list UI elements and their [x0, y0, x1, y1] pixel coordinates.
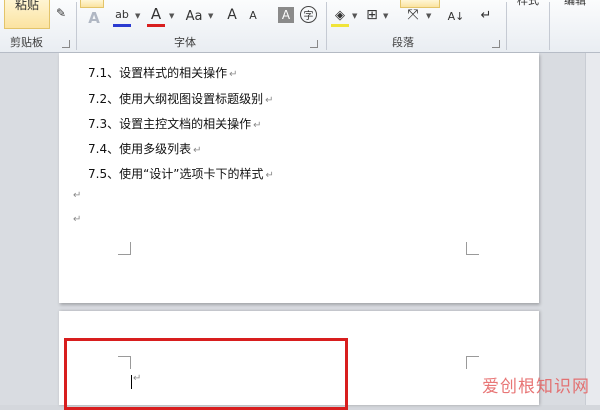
paragraph-mark: ↵ [253, 120, 262, 131]
sort-icon[interactable]: A↓ [446, 6, 466, 26]
enclose-character-button[interactable]: 字 [300, 6, 317, 23]
character-shading-button[interactable]: A [278, 7, 294, 23]
highlight-icon[interactable]: ab [112, 6, 132, 22]
clipboard-group-label: 剪贴板 [10, 36, 43, 49]
margin-corner-marker [466, 356, 479, 369]
paragraph-group-label: 段落 [392, 36, 414, 49]
change-case-button[interactable]: Aa [182, 8, 206, 24]
show-formatting-marks-icon[interactable]: ↵ [478, 7, 494, 23]
toc-line[interactable]: 7.3、设置主控文档的相关操作 ↵ [88, 115, 261, 132]
shading-icon[interactable]: ◈ [330, 6, 350, 24]
chevron-down-icon[interactable]: ▼ [426, 12, 431, 20]
paragraph-mark: ↵ [73, 190, 82, 201]
watermark: 爱创根知识网 [482, 377, 590, 397]
font-name-box[interactable] [80, 0, 104, 8]
chevron-down-icon[interactable]: ▼ [383, 12, 388, 20]
margin-corner-marker [466, 242, 479, 255]
chevron-down-icon[interactable]: ▼ [352, 12, 357, 20]
font-group: A ab ▼ A ▼ Aa ▼ A A A 字 字体 [78, 0, 324, 52]
paragraph-mark: ↵ [73, 214, 82, 225]
sort-arrows-icon[interactable]: ⤧ [404, 7, 422, 23]
shrink-font-button[interactable]: A [246, 8, 260, 22]
editing-group: 编辑 [551, 0, 600, 52]
paste-button[interactable]: 粘贴 [4, 0, 50, 29]
ribbon: 粘贴 ✎ 剪贴板 A ab ▼ A ▼ Aa ▼ A A A 字 字体 ◈ ▼ … [0, 0, 600, 53]
group-separator [326, 2, 327, 50]
font-color-bar [147, 24, 165, 27]
styles-button[interactable]: 样式 [510, 0, 546, 7]
chevron-down-icon[interactable]: ▼ [208, 12, 213, 20]
paragraph-mark: ↵ [229, 69, 238, 80]
toc-line[interactable]: 7.2、使用大纲视图设置标题级别 ↵ [88, 90, 273, 107]
clipboard-group: 粘贴 ✎ 剪贴板 [4, 0, 72, 52]
highlight-color-bar [113, 24, 131, 27]
font-dialog-launcher[interactable] [310, 40, 318, 48]
paragraph-mark: ↵ [265, 170, 274, 181]
chevron-down-icon[interactable]: ▼ [135, 12, 140, 20]
paragraph-mark: ↵ [265, 95, 274, 106]
editing-button[interactable]: 编辑 [555, 0, 595, 7]
paragraph-group: ◈ ▼ ⊞ ▼ ⤧ ▼ A↓ ↵ 段落 [328, 0, 504, 52]
clipboard-dialog-launcher[interactable] [62, 40, 70, 48]
group-separator [549, 2, 550, 50]
styles-group: 样式 [508, 0, 548, 52]
vertical-scrollbar[interactable] [585, 53, 600, 405]
group-separator [76, 2, 77, 50]
paragraph-mark: ↵ [193, 145, 202, 156]
toc-line[interactable]: 7.4、使用多级列表 ↵ [88, 140, 201, 157]
toc-line[interactable]: 7.5、使用“设计”选项卡下的样式 ↵ [88, 165, 274, 182]
font-group-label: 字体 [174, 36, 196, 49]
toc-line[interactable]: 7.1、设置样式的相关操作 ↵ [88, 64, 237, 81]
text-effects-icon[interactable]: A [84, 8, 104, 28]
paste-label: 粘贴 [14, 0, 39, 12]
highlight-annotation-box [64, 338, 348, 410]
shading-color-bar [331, 24, 349, 27]
margin-corner-marker [118, 242, 131, 255]
group-separator [506, 2, 507, 50]
format-painter-icon[interactable]: ✎ [52, 4, 70, 22]
grow-font-button[interactable]: A [224, 7, 240, 23]
borders-icon[interactable]: ⊞ [364, 7, 380, 23]
paragraph-dialog-launcher[interactable] [492, 40, 500, 48]
chevron-down-icon[interactable]: ▼ [169, 12, 174, 20]
font-color-icon[interactable]: A [146, 5, 166, 23]
